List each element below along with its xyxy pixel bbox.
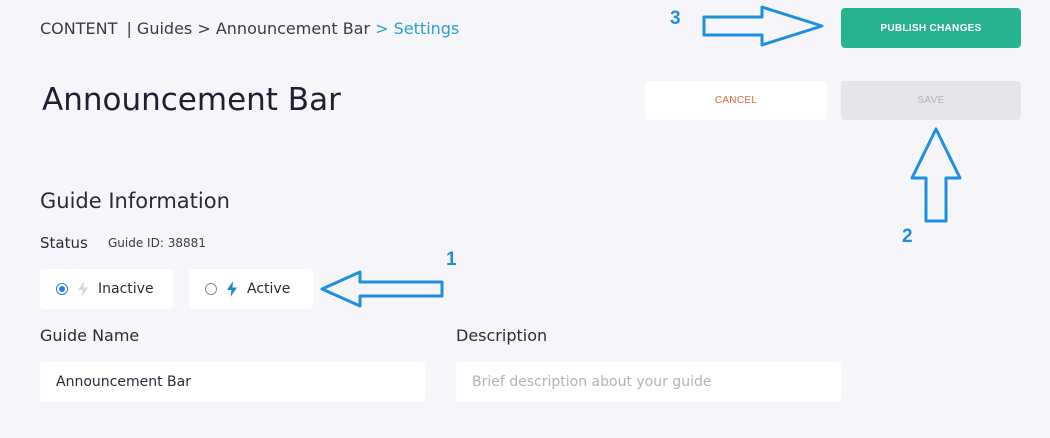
guide-name-label: Guide Name bbox=[40, 326, 140, 345]
publish-changes-button[interactable]: PUBLISH CHANGES bbox=[841, 8, 1021, 48]
section-title: Guide Information bbox=[40, 189, 230, 213]
radio-button-inactive[interactable] bbox=[56, 283, 68, 295]
bolt-icon bbox=[227, 281, 237, 297]
breadcrumb: CONTENT | Guides > Announcement Bar > Se… bbox=[40, 19, 459, 38]
save-button[interactable]: SAVE bbox=[841, 81, 1021, 120]
status-label: Status bbox=[40, 234, 88, 252]
description-input[interactable] bbox=[456, 362, 841, 402]
guide-id: Guide ID: 38881 bbox=[108, 236, 206, 250]
bolt-icon bbox=[78, 281, 88, 297]
annotation-arrow-right bbox=[702, 5, 824, 47]
annotation-number-2: 2 bbox=[902, 226, 913, 247]
annotation-number-1: 1 bbox=[446, 249, 457, 270]
status-option-active[interactable]: Active bbox=[189, 269, 313, 309]
breadcrumb-page[interactable]: > Announcement Bar bbox=[197, 19, 370, 38]
status-option-label: Inactive bbox=[98, 281, 154, 297]
breadcrumb-guides[interactable]: | Guides bbox=[126, 19, 192, 38]
page-title: Announcement Bar bbox=[42, 82, 341, 118]
annotation-number-3: 3 bbox=[670, 8, 681, 29]
status-option-label: Active bbox=[247, 281, 291, 297]
guide-name-input[interactable] bbox=[40, 362, 425, 402]
breadcrumb-current: > Settings bbox=[375, 19, 460, 38]
annotation-arrow-left bbox=[320, 270, 444, 308]
cancel-button[interactable]: CANCEL bbox=[645, 81, 827, 120]
breadcrumb-root[interactable]: CONTENT bbox=[40, 19, 117, 38]
radio-button-active[interactable] bbox=[205, 283, 217, 295]
annotation-arrow-up bbox=[910, 127, 962, 223]
description-label: Description bbox=[456, 326, 548, 345]
status-option-inactive[interactable]: Inactive bbox=[40, 269, 173, 309]
